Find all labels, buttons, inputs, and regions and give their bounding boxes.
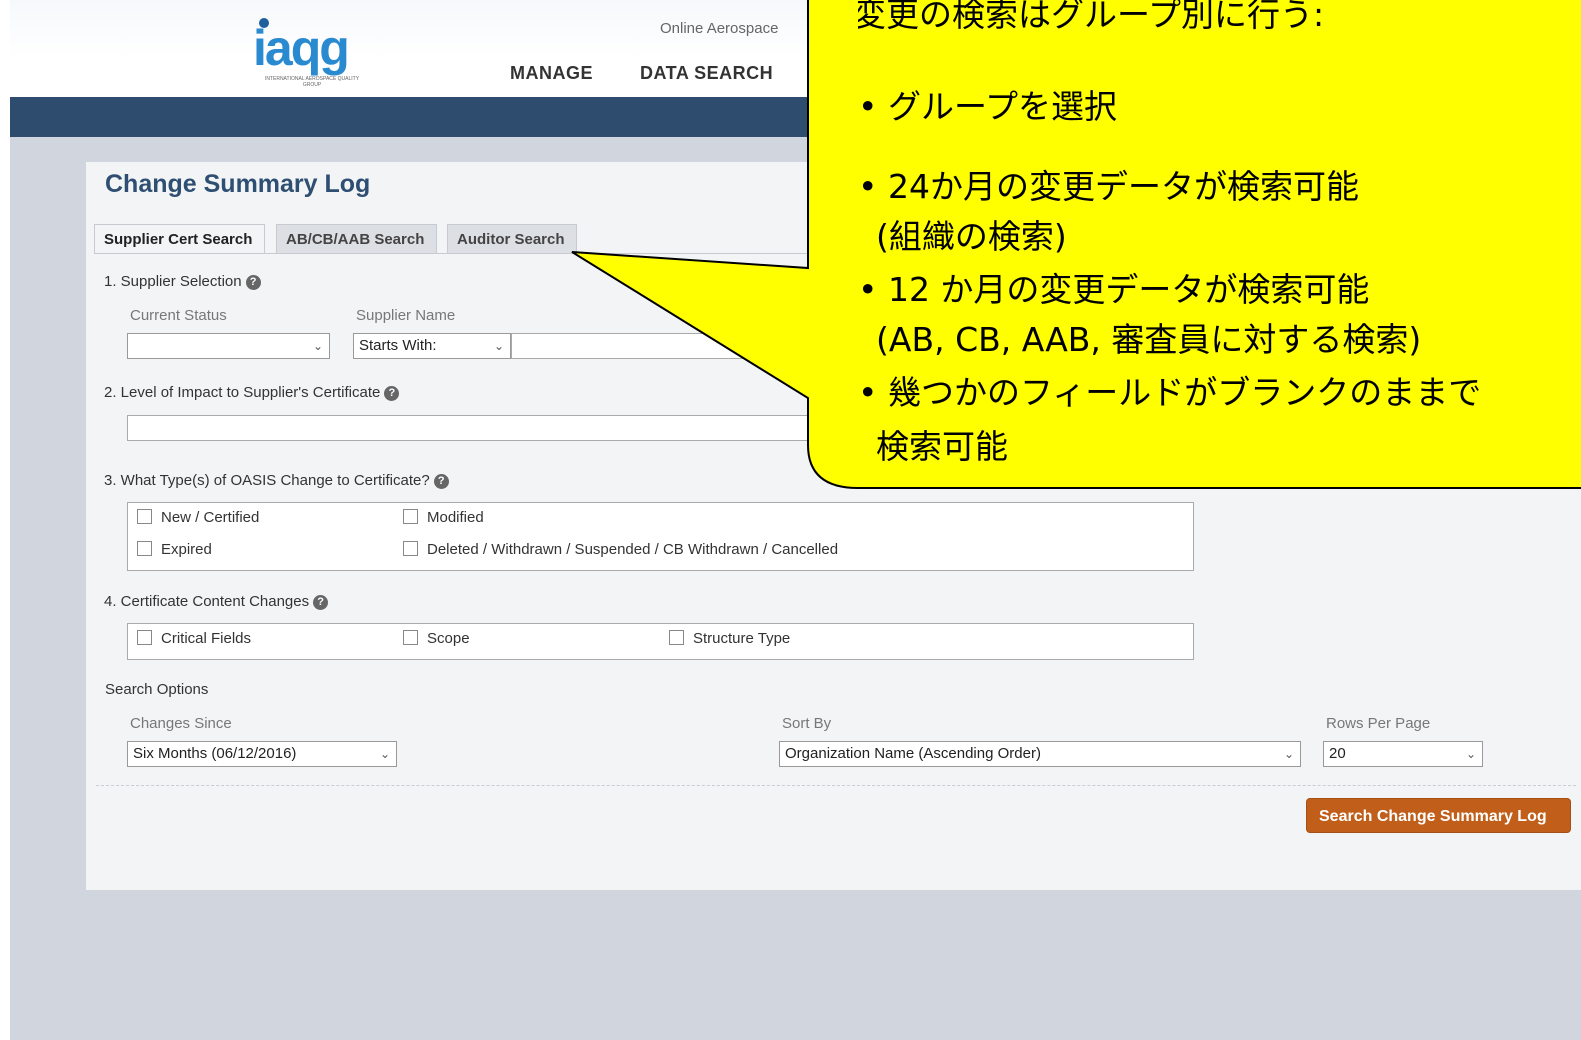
checkbox-new-certified[interactable]: New / Certified [137,509,259,526]
checkbox-structure-type[interactable]: Structure Type [669,630,790,647]
section3-label: 3. What Type(s) of OASIS Change to Certi… [104,472,430,489]
divider [96,785,1576,786]
supplier-name-label: Supplier Name [356,307,456,324]
site-header [10,0,1581,97]
logo-word: iaqg [253,20,350,76]
rows-per-page-label: Rows Per Page [1326,715,1431,732]
checkbox-critical-fields[interactable]: Critical Fields [137,630,251,647]
checkbox-deleted-withdrawn[interactable]: Deleted / Withdrawn / Suspended / CB Wit… [403,541,838,558]
content-changes-box: Critical Fields Scope Structure Type [127,623,1194,660]
chevron-down-icon: ⌄ [493,339,504,353]
sort-by-select[interactable]: Organization Name (Ascending Order) ⌄ [779,741,1301,767]
section1-heading: 1. Supplier Selection? [104,273,261,290]
checkbox-label: Scope [427,630,470,647]
nav-bar [10,97,1581,137]
sort-by-value: Organization Name (Ascending Order) [785,745,1041,762]
chevron-down-icon: ⌄ [1283,747,1294,761]
chevron-down-icon: ⌄ [312,339,323,353]
changes-since-label: Changes Since [130,715,232,732]
checkbox-square[interactable] [669,630,684,645]
current-status-select[interactable]: ⌄ [127,333,330,359]
help-icon[interactable]: ? [433,474,449,489]
section2-heading: 2. Level of Impact to Supplier's Certifi… [104,384,400,401]
checkbox-label: Expired [161,541,212,558]
nav-data-search[interactable]: DATA SEARCH [640,63,773,84]
help-icon[interactable]: ? [245,275,261,290]
checkbox-label: Critical Fields [161,630,252,647]
checkbox-label: Structure Type [693,630,791,647]
changes-since-value: Six Months (06/12/2016) [133,745,297,762]
checkbox-expired[interactable]: Expired [137,541,212,558]
checkbox-square[interactable] [137,509,152,524]
section2-label: 2. Level of Impact to Supplier's Certifi… [104,384,381,401]
change-type-box: New / Certified Modified Expired Deleted… [127,502,1194,571]
search-change-summary-log-button[interactable]: Search Change Summary Log [1306,798,1571,833]
sort-by-label: Sort By [782,715,832,732]
checkbox-modified[interactable]: Modified [403,509,484,526]
page-title: Change Summary Log [105,170,371,198]
current-status-label: Current Status [130,307,227,324]
checkbox-label: Deleted / Withdrawn / Suspended / CB Wit… [427,541,839,558]
iaqg-logo[interactable]: iaqg INTERNATIONAL AEROSPACE QUALITY GRO… [253,18,373,96]
checkbox-label: New / Certified [161,509,260,526]
checkbox-scope[interactable]: Scope [403,630,470,647]
tab-divider [94,253,1274,254]
logo-subtext: INTERNATIONAL AEROSPACE QUALITY GROUP [264,76,360,88]
supplier-name-mode-select[interactable]: Starts With: ⌄ [353,333,511,359]
section1-label: 1. Supplier Selection [104,273,242,290]
supplier-name-mode-value: Starts With: [359,337,437,354]
checkbox-square[interactable] [403,509,418,524]
search-options-heading: Search Options [105,681,209,698]
checkbox-square[interactable] [137,541,152,556]
section4-label: 4. Certificate Content Changes [104,593,310,610]
changes-since-select[interactable]: Six Months (06/12/2016) ⌄ [127,741,397,767]
chevron-down-icon: ⌄ [1465,747,1476,761]
checkbox-square[interactable] [137,630,152,645]
checkbox-square[interactable] [403,541,418,556]
nav-manage[interactable]: MANAGE [510,63,593,84]
tab-ab-cb-aab-search[interactable]: AB/CB/AAB Search [276,224,437,254]
help-icon[interactable]: ? [313,595,329,610]
checkbox-square[interactable] [403,630,418,645]
rows-per-page-select[interactable]: 20 ⌄ [1323,741,1483,767]
change-summary-card: Change Summary Log Supplier Cert Search … [86,162,1581,890]
rows-per-page-value: 20 [1329,745,1346,762]
section3-heading: 3. What Type(s) of OASIS Change to Certi… [104,472,449,489]
supplier-name-input[interactable] [511,333,821,359]
tab-auditor-search[interactable]: Auditor Search [447,224,577,254]
help-icon[interactable]: ? [384,386,400,401]
impact-level-input[interactable] [127,415,827,441]
checkbox-label: Modified [427,509,484,526]
tab-supplier-cert-search[interactable]: Supplier Cert Search [94,224,265,254]
section4-heading: 4. Certificate Content Changes? [104,593,329,610]
header-tagline: Online Aerospace [660,20,779,37]
chevron-down-icon: ⌄ [379,747,390,761]
